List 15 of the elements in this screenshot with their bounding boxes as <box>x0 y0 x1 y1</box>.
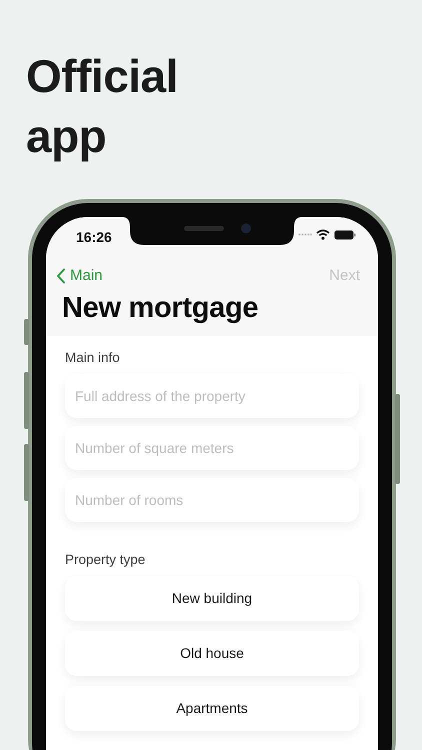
input-field[interactable]: Full address of the property <box>65 374 359 418</box>
status-time: 16:26 <box>76 228 112 247</box>
signal-icon <box>298 233 312 236</box>
option-button[interactable]: Apartments <box>65 686 359 732</box>
input-field[interactable]: Number of rooms <box>65 478 359 522</box>
option-button[interactable]: New building <box>65 576 359 622</box>
wifi-icon <box>316 229 330 240</box>
battery-icon <box>334 230 356 240</box>
option-button[interactable]: Old house <box>65 631 359 676</box>
back-icon <box>56 268 66 284</box>
input-field[interactable]: Number of square meters <box>65 426 359 470</box>
section-label: Main info <box>65 348 121 367</box>
page-title: New mortgage <box>62 291 260 326</box>
headline: Official app <box>26 49 179 164</box>
section-label: Property type <box>65 551 146 570</box>
